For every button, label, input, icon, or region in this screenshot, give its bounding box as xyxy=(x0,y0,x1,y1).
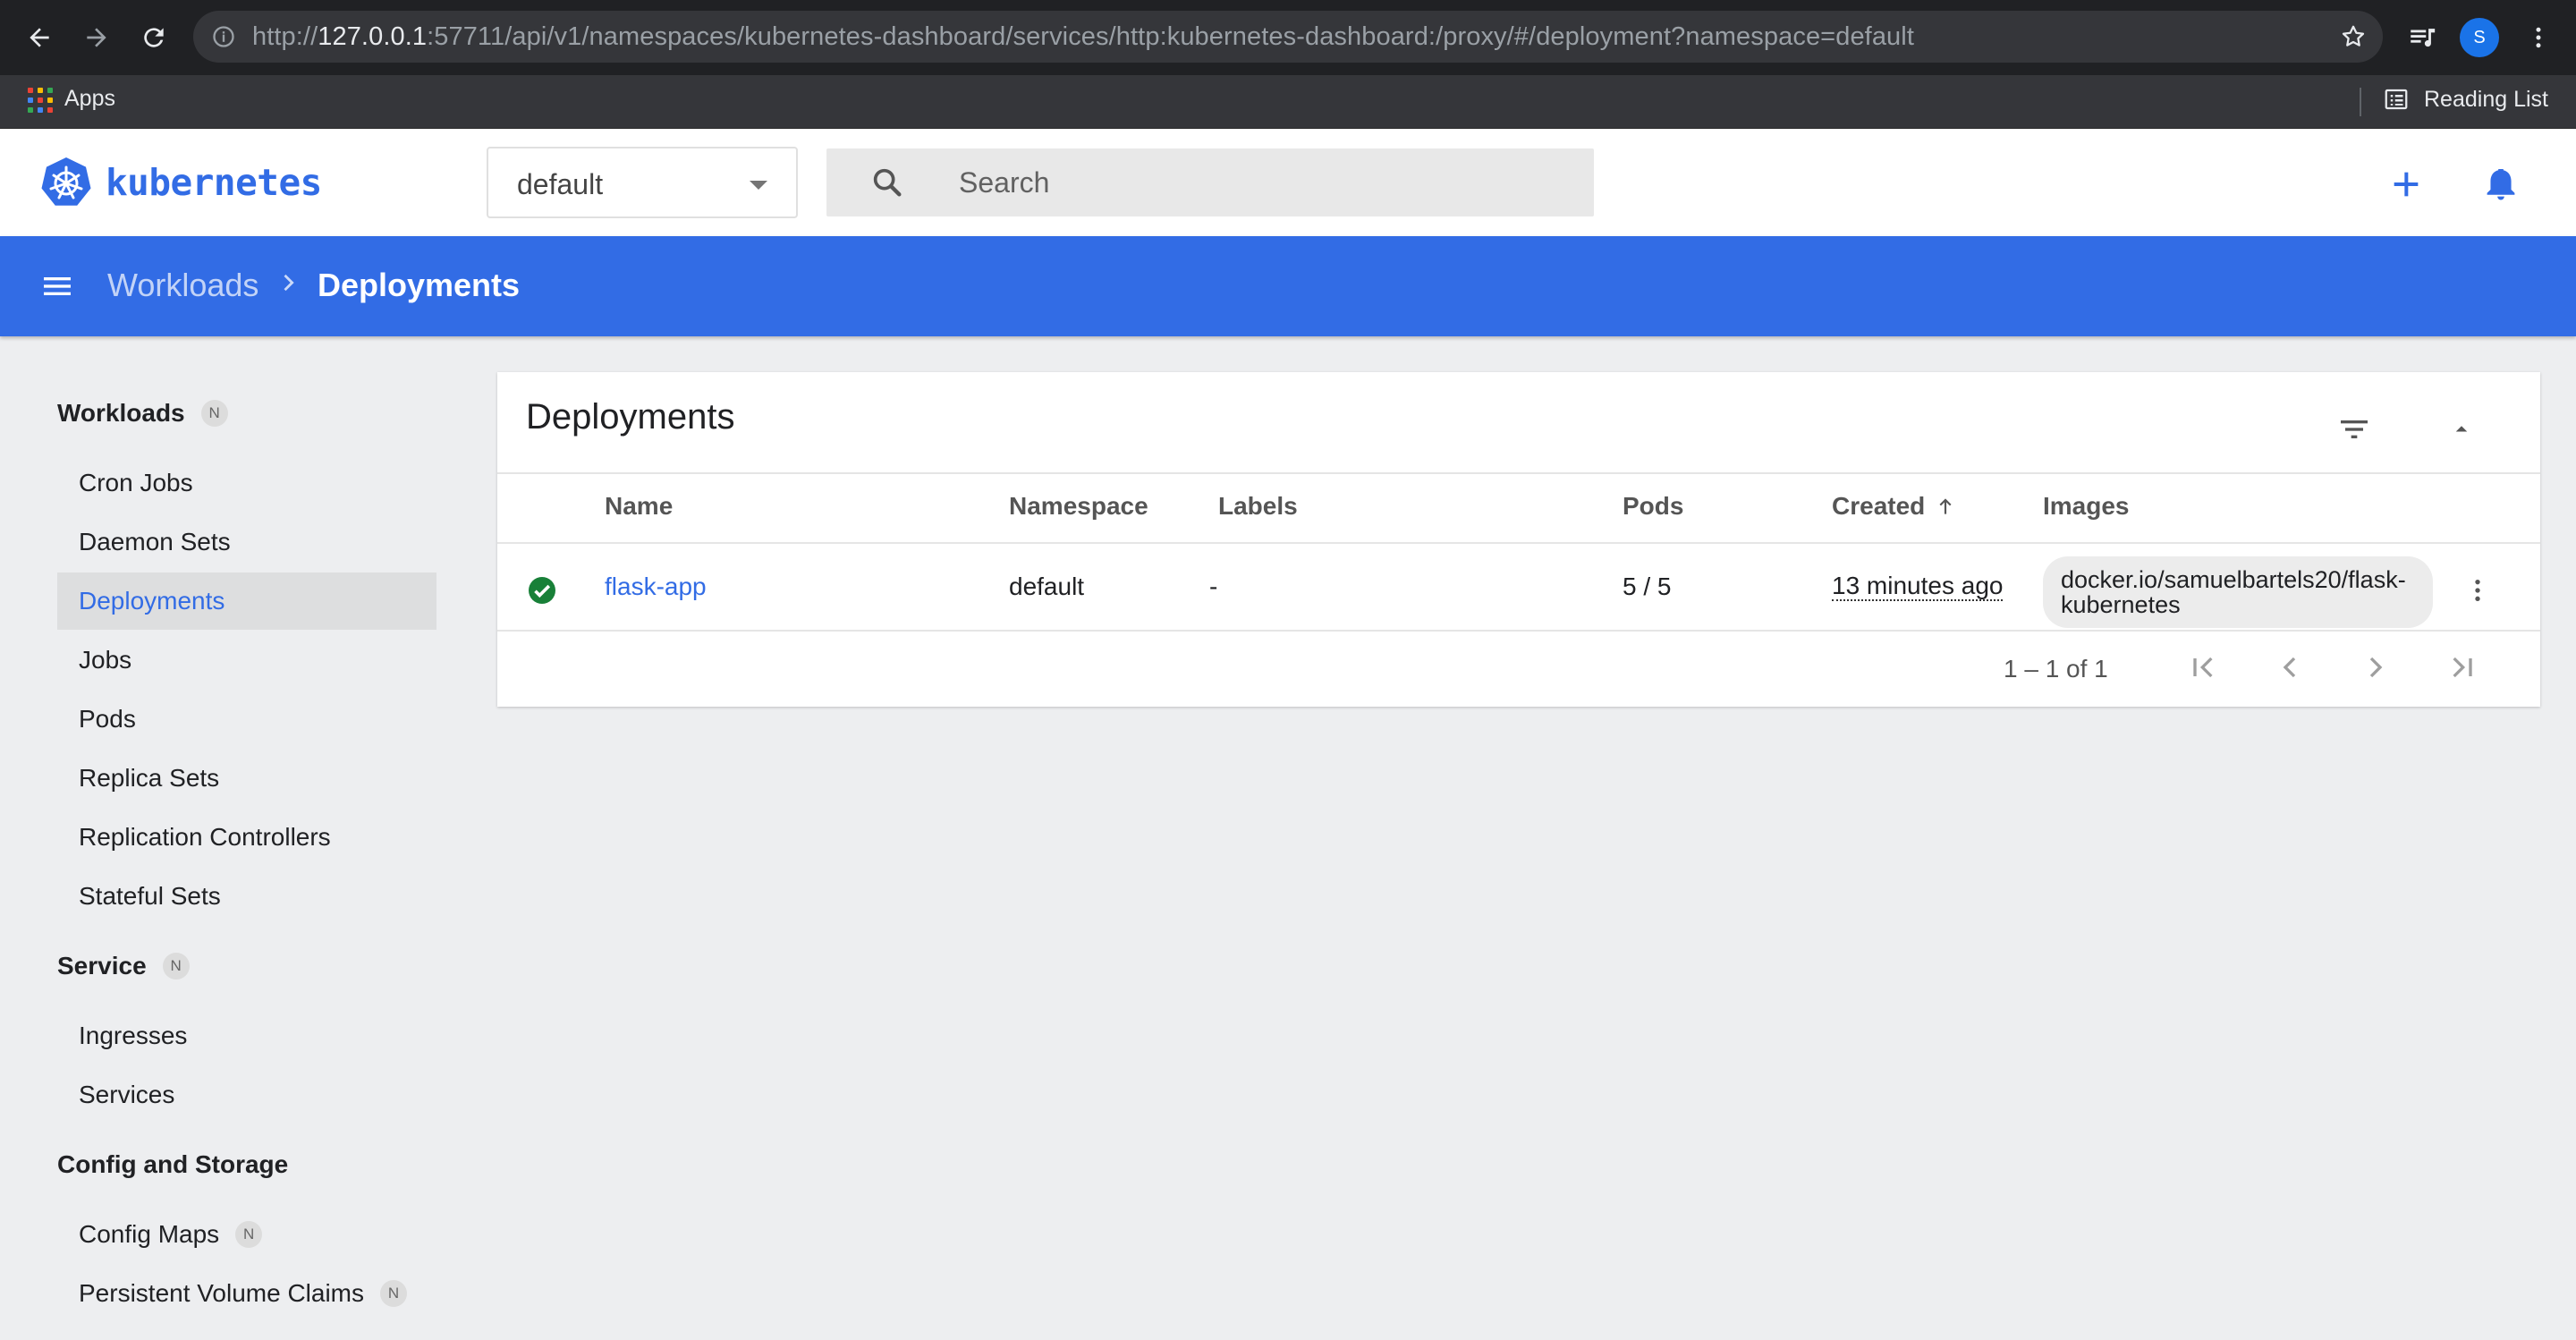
sort-arrow-up-icon xyxy=(1939,498,1952,514)
column-header-name[interactable]: Name xyxy=(605,492,673,521)
notifications-button[interactable] xyxy=(2479,163,2522,206)
card-divider xyxy=(497,472,2540,474)
nav-item-label: Persistent Volume Claims xyxy=(79,1279,365,1307)
bell-icon xyxy=(2487,169,2515,200)
sidebar-item-replica-sets[interactable]: Replica Sets xyxy=(57,750,436,807)
search-icon xyxy=(873,168,902,197)
apps-bookmark[interactable]: Apps xyxy=(27,86,115,113)
last-page-button[interactable] xyxy=(2440,646,2483,689)
search-input[interactable] xyxy=(959,161,1567,204)
chevron-right-icon xyxy=(284,274,294,292)
pods-cell: 5 / 5 xyxy=(1623,572,1672,600)
sidebar-item-stateful-sets[interactable]: Stateful Sets xyxy=(57,868,436,925)
sidebar-item-cron-jobs[interactable]: Cron Jobs xyxy=(57,454,436,512)
caret-up-icon xyxy=(2455,426,2468,432)
column-header-images: Images xyxy=(2043,492,2130,520)
sidebar-item-jobs[interactable]: Jobs xyxy=(57,632,436,689)
sidebar-nav: Workloads N Cron Jobs Daemon Sets Deploy… xyxy=(0,336,465,1340)
create-resource-button[interactable] xyxy=(2385,163,2428,206)
namespace-selector[interactable]: default xyxy=(487,147,798,218)
labels-cell: - xyxy=(1209,572,1218,600)
filter-button[interactable] xyxy=(2333,408,2376,451)
chevron-left-icon xyxy=(2283,657,2296,678)
kubernetes-logo[interactable]: kubernetes xyxy=(39,156,322,209)
bookmarks-divider xyxy=(2360,88,2361,116)
section-label: Service xyxy=(57,952,147,980)
namespace-value: default xyxy=(517,168,604,200)
sidebar-item-daemon-sets[interactable]: Daemon Sets xyxy=(57,513,436,571)
column-header-labels: Labels xyxy=(1218,492,1298,520)
dropdown-caret-icon xyxy=(750,181,767,190)
column-header-namespace[interactable]: Namespace xyxy=(1009,492,1148,521)
namespaced-badge: N xyxy=(200,400,228,427)
nav-item-label: Config Maps xyxy=(79,1220,220,1248)
bookmarks-bar: Apps Reading List xyxy=(0,75,2576,129)
sidebar-item-persistent-volume-claims[interactable]: Persistent Volume Claims N xyxy=(57,1265,436,1322)
bookmark-star-icon[interactable] xyxy=(2340,23,2367,50)
sidebar-item-services[interactable]: Services xyxy=(57,1066,436,1124)
sidebar-section-service[interactable]: Service N xyxy=(57,952,190,980)
header-divider xyxy=(497,542,2540,544)
breadcrumb-toolbar: Workloads Deployments xyxy=(0,236,2576,336)
section-label: Config and Storage xyxy=(57,1150,289,1178)
info-icon[interactable] xyxy=(211,24,236,49)
sidebar-item-pods[interactable]: Pods xyxy=(57,691,436,748)
search-bar[interactable] xyxy=(826,148,1594,216)
reading-list-label: Reading List xyxy=(2424,86,2548,112)
reload-icon[interactable] xyxy=(134,18,174,57)
sidebar-item-ingresses[interactable]: Ingresses xyxy=(57,1007,436,1064)
next-page-button[interactable] xyxy=(2354,646,2397,689)
browser-menu-icon[interactable] xyxy=(2519,18,2558,57)
previous-page-button[interactable] xyxy=(2268,646,2311,689)
back-icon[interactable] xyxy=(20,18,59,57)
breadcrumb-deployments: Deployments xyxy=(318,267,521,303)
image-chip: docker.io/samuelbartels20/flask-kubernet… xyxy=(2043,556,2433,628)
browser-toolbar: http://127.0.0.1:57711/api/v1/namespaces… xyxy=(0,0,2576,75)
collapse-card-button[interactable] xyxy=(2440,408,2483,451)
pagination-range: 1 – 1 of 1 xyxy=(2004,655,2108,683)
media-queue-icon[interactable] xyxy=(2402,18,2442,57)
sidebar-item-config-maps[interactable]: Config Maps N xyxy=(57,1206,436,1263)
more-vert-icon xyxy=(2475,580,2480,601)
column-header-created[interactable]: Created xyxy=(1832,492,1957,521)
column-header-label: Created xyxy=(1832,492,1926,520)
reading-list-button[interactable]: Reading List xyxy=(2383,86,2548,113)
created-cell: 13 minutes ago xyxy=(1832,572,2004,601)
url-text: http://127.0.0.1:57711/api/v1/namespaces… xyxy=(252,22,1914,51)
check-circle-icon xyxy=(529,577,555,604)
app-header: kubernetes default xyxy=(0,129,2576,236)
address-bar[interactable]: http://127.0.0.1:57711/api/v1/namespaces… xyxy=(193,11,2383,63)
breadcrumb-workloads[interactable]: Workloads xyxy=(107,267,258,304)
sidebar-item-replication-controllers[interactable]: Replication Controllers xyxy=(57,809,436,866)
section-label: Workloads xyxy=(57,399,185,427)
namespaced-badge: N xyxy=(380,1280,408,1307)
kubernetes-wheel-icon xyxy=(41,157,91,206)
namespace-cell: default xyxy=(1009,572,1085,600)
hamburger-menu-icon[interactable] xyxy=(39,268,75,304)
namespaced-badge: N xyxy=(162,953,190,980)
chevron-right-icon xyxy=(2369,657,2383,678)
row-actions-button[interactable] xyxy=(2462,574,2494,606)
profile-avatar[interactable]: S xyxy=(2460,18,2499,57)
deployments-card: Deployments Name Namespace Labels Pods C… xyxy=(497,372,2540,707)
sidebar-section-workloads[interactable]: Workloads N xyxy=(57,399,228,428)
first-page-button[interactable] xyxy=(2182,646,2225,689)
namespaced-badge: N xyxy=(235,1221,263,1248)
filter-icon xyxy=(2341,420,2368,438)
reading-list-icon xyxy=(2385,89,2408,110)
sidebar-section-config-storage[interactable]: Config and Storage xyxy=(57,1150,288,1179)
kubernetes-wordmark: kubernetes xyxy=(106,161,322,204)
column-header-pods: Pods xyxy=(1623,492,1684,520)
card-title: Deployments xyxy=(526,397,735,437)
first-page-icon xyxy=(2193,657,2213,678)
apps-grid-icon xyxy=(27,87,53,113)
last-page-icon xyxy=(2453,657,2472,678)
forward-icon[interactable] xyxy=(77,18,116,57)
sidebar-item-deployments[interactable]: Deployments xyxy=(57,572,436,630)
row-divider xyxy=(497,630,2540,632)
apps-label: Apps xyxy=(64,86,115,111)
deployment-name-link[interactable]: flask-app xyxy=(605,572,707,601)
plus-icon xyxy=(2394,172,2419,197)
